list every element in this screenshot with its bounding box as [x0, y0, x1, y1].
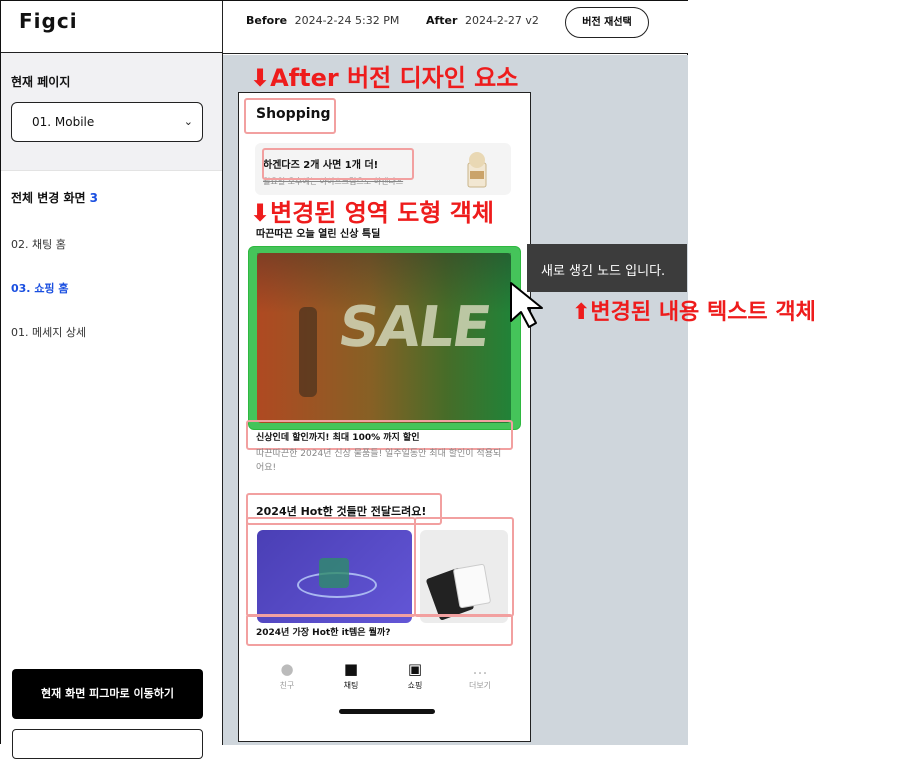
- after-label: After: [426, 14, 458, 27]
- chat-icon: ■: [343, 660, 359, 678]
- current-page-label: 현재 페이지: [11, 75, 71, 89]
- tab-friends[interactable]: ● 친구: [267, 660, 307, 691]
- annotation-after-design: ⬇After 버전 디자인 요소: [250, 64, 519, 92]
- tab-friends-label: 친구: [279, 681, 295, 690]
- desc-title: 신상인데 할인까지! 최대 100% 까지 할인: [256, 433, 420, 443]
- after-version: After 2024-2-27 v2: [426, 14, 539, 27]
- tab-chat[interactable]: ■ 채팅: [331, 660, 371, 691]
- shopping-bag-icon: ▣: [407, 660, 423, 678]
- change-box-card-2: [414, 517, 514, 617]
- tab-shopping[interactable]: ▣ 쇼핑: [395, 660, 435, 691]
- tab-more[interactable]: … 더보기: [460, 660, 500, 691]
- sidebar: Figci 현재 페이지 01. Mobile ⌄ 전체 변경 화면 3 02. …: [1, 1, 223, 759]
- shopping-title: Shopping: [256, 106, 331, 122]
- before-label: Before: [246, 14, 288, 27]
- before-value: 2024-2-24 5:32 PM: [294, 14, 400, 27]
- after-value: 2024-2-27 v2: [464, 14, 539, 27]
- changed-screen-item-message-detail[interactable]: 01. 메세지 상세: [11, 324, 212, 340]
- annotation-changed-area: ⬇변경된 영역 도형 객체: [250, 199, 494, 227]
- chevron-down-icon: ⌄: [183, 115, 193, 128]
- tab-more-label: 더보기: [468, 681, 492, 690]
- goto-figma-button[interactable]: 현재 화면 피그마로 이동하기: [12, 669, 203, 719]
- pedestrian-figure: [299, 307, 317, 397]
- changed-screens-list: 전체 변경 화면 3 02. 채팅 홈 03. 쇼핑 홈 01. 메세지 상세: [1, 171, 222, 340]
- app-logo[interactable]: Figci: [19, 9, 222, 33]
- card-caption: 2024년 가장 Hot한 it템은 뭘까?: [256, 628, 391, 638]
- secondary-button[interactable]: [12, 729, 203, 759]
- version-topbar: Before 2024-2-24 5:32 PM After 2024-2-27…: [223, 1, 688, 54]
- home-indicator: [339, 709, 435, 714]
- mouse-cursor-icon: [510, 282, 543, 328]
- page-select-value: 01. Mobile: [32, 115, 95, 129]
- changed-area-banner[interactable]: SALE: [248, 246, 521, 430]
- change-box-card-1: [246, 517, 416, 617]
- tab-chat-label: 채팅: [343, 681, 359, 690]
- change-box-promo: [262, 148, 414, 180]
- changes-header-label: 전체 변경 화면: [11, 191, 86, 205]
- bottom-tab-bar: ● 친구 ■ 채팅 ▣ 쇼핑 … 더보기: [239, 650, 530, 710]
- page-select[interactable]: 01. Mobile ⌄: [11, 102, 203, 142]
- logo-area: Figci: [1, 1, 222, 53]
- ice-cream-image: [467, 152, 487, 188]
- sale-sign-text: SALE: [334, 295, 494, 360]
- changes-header: 전체 변경 화면 3: [11, 189, 212, 206]
- reselect-version-button[interactable]: 버전 재선택: [565, 7, 649, 38]
- desc-body: 따끈따끈한 2024년 신상 물품들! 일주일동안 최대 할인이 적용되어요!: [256, 449, 502, 473]
- changes-count-badge: 3: [89, 191, 98, 205]
- tab-shopping-label: 쇼핑: [407, 681, 423, 690]
- before-version: Before 2024-2-24 5:32 PM: [246, 14, 399, 27]
- changed-screen-item-shopping-home[interactable]: 03. 쇼핑 홈: [11, 280, 212, 296]
- changed-screen-item-chat-home[interactable]: 02. 채팅 홈: [11, 236, 212, 252]
- person-icon: ●: [280, 660, 294, 678]
- annotation-changed-text: ⬆변경된 내용 텍스트 객체: [572, 300, 816, 325]
- current-page-section: 현재 페이지 01. Mobile ⌄: [1, 53, 222, 171]
- more-icon: …: [472, 660, 488, 678]
